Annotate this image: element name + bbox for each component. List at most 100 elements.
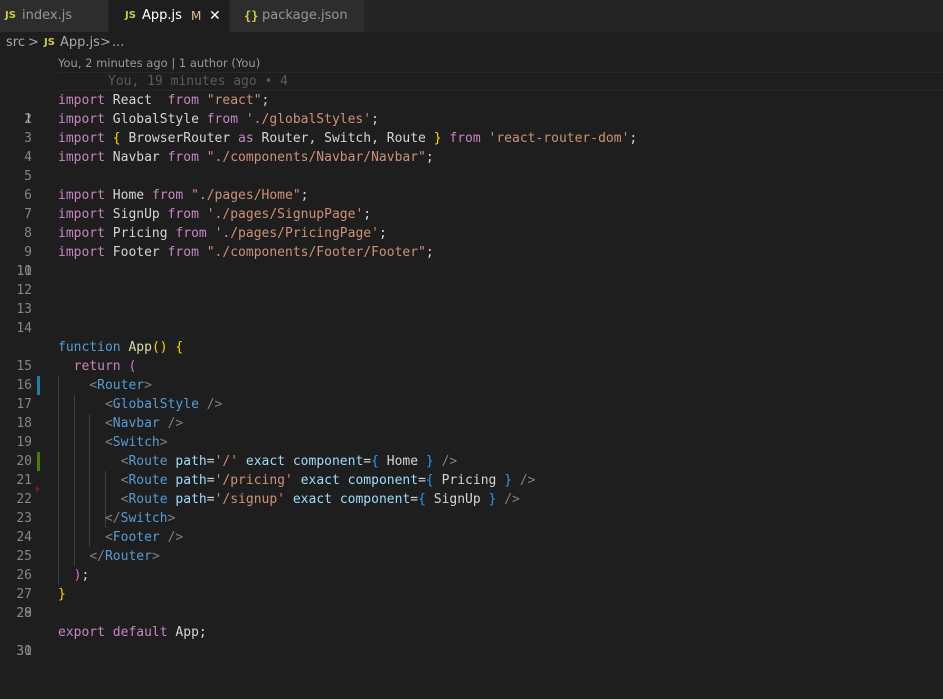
code-line: 27 ); <box>0 566 943 602</box>
code-line: 8 import SignUp from './pages/SignupPage… <box>0 205 943 241</box>
token-bracket: () <box>151 340 168 355</box>
token-tag-punct: /> <box>504 492 520 507</box>
token-keyword: default <box>112 625 168 640</box>
token-punct: = <box>206 473 215 488</box>
token-punct: = <box>418 473 426 488</box>
line-number: 31 <box>16 644 32 659</box>
line-number: 14 <box>16 321 32 336</box>
javascript-file-icon: JS <box>44 37 55 48</box>
token-tag: Route <box>128 454 168 469</box>
editor-tab-bar: JS index.js JS App.js M ✕ {} package.jso… <box>0 0 943 32</box>
token-keyword: from <box>151 188 184 203</box>
modified-indicator: M <box>191 9 202 23</box>
git-codelens[interactable]: You, 2 minutes ago | 1 author (You) <box>58 55 260 71</box>
breadcrumb-folder[interactable]: src <box>6 32 25 54</box>
token-attribute: exact <box>292 492 332 507</box>
token-punct: ; <box>425 245 434 260</box>
token-string: './globalStyles' <box>245 112 372 127</box>
token-keyword: import <box>58 131 105 146</box>
line-number: 12 <box>16 283 32 298</box>
token-keyword: from <box>175 226 207 241</box>
token-string: "./components/Navbar/Navbar" <box>206 150 426 165</box>
line-number: 11 <box>16 264 32 279</box>
tab-app-js[interactable]: JS App.js M ✕ <box>109 0 229 32</box>
token-punct: ; <box>198 625 207 640</box>
token-keyword: import <box>58 112 105 127</box>
code-line: 22 <Route path='/pricing' exact componen… <box>0 471 943 507</box>
json-file-icon: {} <box>244 9 259 23</box>
code-line: 15 function App() { <box>0 338 943 374</box>
tab-package-json[interactable]: {} package.json <box>230 0 364 32</box>
token-punct: ; <box>425 150 434 165</box>
code-line: 28 } <box>0 585 943 621</box>
token-keyword: from <box>449 131 481 146</box>
token-keyword: import <box>58 150 105 165</box>
token-function: App <box>128 340 152 355</box>
token-bracket: { <box>425 473 434 488</box>
token-identifier: React <box>112 93 152 108</box>
token-keyword: from <box>167 150 199 165</box>
chevron-right-icon: > <box>100 35 111 50</box>
breadcrumb-file[interactable]: App.js <box>60 32 100 54</box>
token-bracket: { <box>112 131 121 146</box>
token-tag-punct: < <box>89 378 98 393</box>
token-tag-punct: </ <box>104 511 121 526</box>
token-punct: = <box>206 492 215 507</box>
code-line: 6 <box>0 167 943 203</box>
token-bracket: } <box>433 131 442 146</box>
token-tag-punct: </ <box>89 549 105 564</box>
token-identifier: Pricing <box>112 226 168 241</box>
token-punct: ; <box>363 207 372 222</box>
tab-label: package.json <box>262 8 348 23</box>
token-tag-punct: > <box>167 511 176 526</box>
token-identifier: GlobalStyle <box>112 112 199 127</box>
close-icon[interactable]: ✕ <box>209 0 221 32</box>
token-keyword: export <box>58 625 105 640</box>
token-punct: = <box>206 454 215 469</box>
code-line: 5 import Navbar from "./components/Navba… <box>0 148 943 184</box>
token-tag-punct: /> <box>167 416 184 431</box>
chevron-right-icon: > <box>28 35 39 50</box>
token-bracket: { <box>175 340 184 355</box>
token-tag-punct: < <box>104 530 113 545</box>
token-keyword: as <box>238 131 254 146</box>
token-attribute: path <box>175 473 207 488</box>
token-tag-punct: < <box>104 416 113 431</box>
token-tag-punct: /> <box>167 530 184 545</box>
token-identifier: Footer <box>112 245 160 260</box>
breadcrumb-symbols[interactable]: ... <box>112 32 124 54</box>
tab-label: App.js <box>142 8 182 23</box>
tab-label: index.js <box>22 8 73 23</box>
code-line: 4 import { BrowserRouter as Router, Swit… <box>0 129 943 165</box>
javascript-file-icon: JS <box>5 10 16 21</box>
token-tag: Switch <box>120 511 168 526</box>
token-identifier: BrowserRouter <box>128 131 231 146</box>
code-line: 7 import Home from "./pages/Home"; <box>0 186 943 222</box>
code-editor[interactable]: 1 You, 19 minutes ago • 4 2 import React… <box>0 72 943 661</box>
code-line: 18 <GlobalStyle /> <box>0 395 943 431</box>
token-attribute: component <box>292 454 364 469</box>
token-string: './pages/PricingPage' <box>214 226 379 241</box>
token-string: '/' <box>214 454 239 469</box>
code-line: 13 <box>0 300 943 319</box>
code-line: 30 export default App; <box>0 623 943 659</box>
token-punct: = <box>363 454 372 469</box>
token-punct: ; <box>371 112 379 127</box>
token-keyword: from <box>206 112 239 127</box>
token-identifier: Pricing <box>441 473 497 488</box>
token-keyword: import <box>58 188 105 203</box>
token-string: 'react-router-dom' <box>488 131 630 146</box>
code-line: 19 <Navbar /> <box>0 414 943 450</box>
token-tag-punct: < <box>104 397 113 412</box>
token-tag: Footer <box>112 530 160 545</box>
code-line: 23 <Route path='/signup' exact component… <box>0 490 943 526</box>
code-line: 31 <box>0 642 943 661</box>
token-punct: ; <box>261 93 270 108</box>
token-attribute: exact <box>245 454 286 469</box>
token-tag: Navbar <box>112 416 160 431</box>
code-line: 2 import React from "react"; <box>0 91 943 127</box>
tab-index-js[interactable]: JS index.js <box>0 0 108 32</box>
code-line: 10 import Footer from "./components/Foot… <box>0 243 943 279</box>
token-keyword: from <box>167 93 199 108</box>
token-tag: Router <box>97 378 145 393</box>
